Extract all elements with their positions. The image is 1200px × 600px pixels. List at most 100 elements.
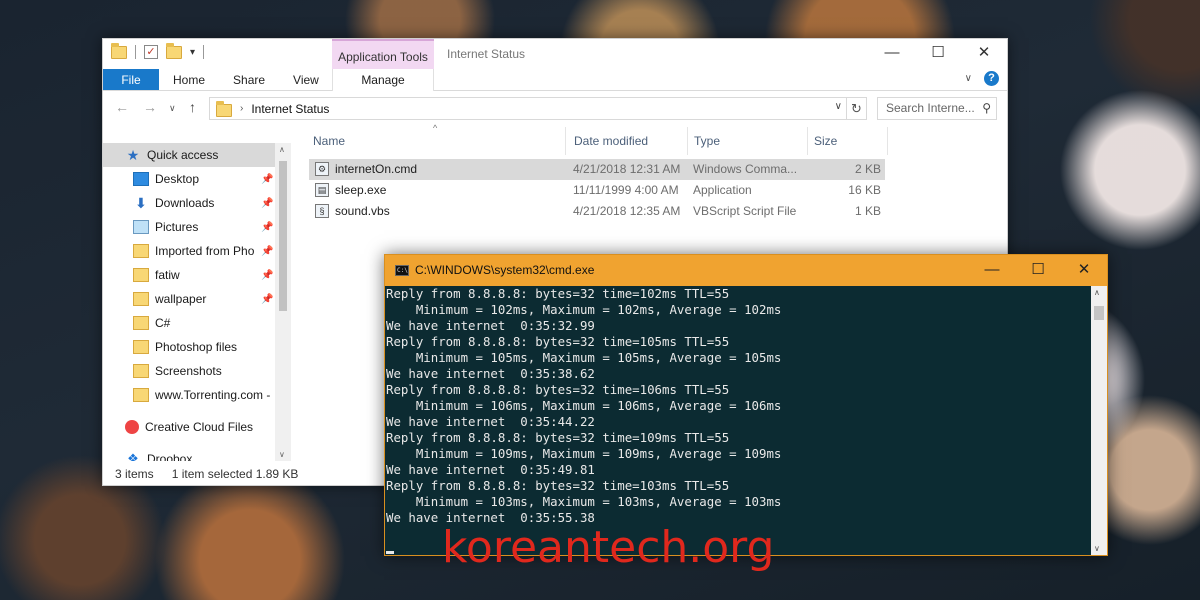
sidebar-item-photoshop-files[interactable]: Photoshop files <box>103 335 291 359</box>
column-divider[interactable] <box>687 127 688 155</box>
navigation-pane: ★ Quick access Desktop 📌 ⬇ Downloads 📌 P… <box>103 143 291 461</box>
sidebar-item-wallpaper[interactable]: wallpaper 📌 <box>103 287 291 311</box>
sidebar-item-label: Pictures <box>155 220 199 234</box>
tab-home[interactable]: Home <box>159 69 219 90</box>
pictures-icon <box>133 220 149 234</box>
console-line: Reply from 8.8.8.8: bytes=32 time=106ms … <box>386 382 730 397</box>
tab-view[interactable]: View <box>279 69 333 90</box>
sidebar-scrollbar[interactable]: ∧ ∨ <box>275 143 291 461</box>
tab-share[interactable]: Share <box>219 69 279 90</box>
pin-icon: 📌 <box>261 293 274 305</box>
address-dropdown-icon[interactable]: ∨ <box>835 101 842 112</box>
file-date: 4/21/2018 12:31 AM <box>573 162 681 176</box>
window-controls: — ☐ ✕ <box>869 39 1007 67</box>
new-folder-icon[interactable] <box>166 42 182 59</box>
column-type[interactable]: Type <box>694 134 720 148</box>
up-arrow-icon[interactable]: ↑ <box>189 99 196 115</box>
sidebar-item-label: wallpaper <box>155 292 207 306</box>
scrollbar-thumb[interactable] <box>1094 306 1104 320</box>
sidebar-item-quick-access[interactable]: ★ Quick access <box>103 143 291 167</box>
pin-icon: 📌 <box>261 221 274 233</box>
column-name[interactable]: Name <box>313 134 345 148</box>
close-button[interactable]: ✕ <box>961 39 1007 67</box>
column-divider[interactable] <box>565 127 566 155</box>
table-row[interactable]: § sound.vbs 4/21/2018 12:35 AM VBScript … <box>309 201 885 222</box>
scroll-down-icon[interactable]: ∨ <box>279 450 285 459</box>
scroll-up-icon[interactable]: ∧ <box>279 145 285 154</box>
cmd-file-icon: ⚙ <box>315 162 329 176</box>
sidebar-item-torrenting[interactable]: www.Torrenting.com - <box>103 383 291 407</box>
recent-locations-icon[interactable]: ∨ <box>169 103 176 114</box>
toolbar-divider <box>203 45 205 59</box>
search-input[interactable]: Search Interne... ⚲ <box>877 97 997 120</box>
properties-icon[interactable]: ✓ <box>144 45 158 59</box>
search-placeholder: Search Interne... <box>886 101 975 115</box>
table-row[interactable]: ▤ sleep.exe 11/11/1999 4:00 AM Applicati… <box>309 180 885 201</box>
maximize-button[interactable]: ☐ <box>915 39 961 67</box>
customize-toolbar-icon[interactable]: ▾ <box>190 47 195 58</box>
selection-info: 1 item selected 1.89 KB <box>171 467 299 481</box>
address-bar-row: ← → ∨ ↑ › Internet Status ∨ ↻ Search Int… <box>103 97 1007 121</box>
column-divider[interactable] <box>807 127 808 155</box>
sidebar-item-csharp[interactable]: C# <box>103 311 291 335</box>
console-line: Minimum = 109ms, Maximum = 109ms, Averag… <box>386 446 782 461</box>
file-size: 16 KB <box>848 183 881 197</box>
expand-ribbon-icon[interactable]: ∨ <box>965 73 972 84</box>
scroll-up-icon[interactable]: ∧ <box>1094 288 1100 297</box>
cmd-titlebar: C:\ C:\WINDOWS\system32\cmd.exe — ☐ ✕ <box>385 255 1107 285</box>
file-type: VBScript Script File <box>693 204 797 218</box>
console-line: Minimum = 106ms, Maximum = 106ms, Averag… <box>386 398 782 413</box>
close-button[interactable]: ✕ <box>1061 255 1107 285</box>
dropbox-icon: ❖ <box>127 451 139 462</box>
file-date: 4/21/2018 12:35 AM <box>573 204 681 218</box>
download-icon: ⬇ <box>135 195 147 211</box>
sidebar-item-pictures[interactable]: Pictures 📌 <box>103 215 291 239</box>
column-divider[interactable] <box>887 127 888 155</box>
pin-icon: 📌 <box>261 245 274 257</box>
folder-icon <box>133 364 149 378</box>
sidebar-item-downloads[interactable]: ⬇ Downloads 📌 <box>103 191 291 215</box>
sidebar-item-fatiw[interactable]: fatiw 📌 <box>103 263 291 287</box>
sidebar-item-screenshots[interactable]: Screenshots <box>103 359 291 383</box>
command-prompt-window: C:\ C:\WINDOWS\system32\cmd.exe — ☐ ✕ Re… <box>384 254 1108 556</box>
maximize-button[interactable]: ☐ <box>1015 255 1061 285</box>
sidebar-item-desktop[interactable]: Desktop 📌 <box>103 167 291 191</box>
scroll-down-icon[interactable]: ∨ <box>1094 544 1100 553</box>
console-scrollbar[interactable]: ∧ ∨ <box>1091 286 1107 555</box>
folder-icon <box>133 388 149 402</box>
console-output[interactable]: Reply from 8.8.8.8: bytes=32 time=102ms … <box>385 286 1091 555</box>
minimize-button[interactable]: — <box>969 255 1015 285</box>
console-line: Reply from 8.8.8.8: bytes=32 time=102ms … <box>386 286 730 301</box>
sort-ascending-icon: ^ <box>433 123 438 133</box>
sidebar-item-label: Downloads <box>155 196 215 210</box>
address-field[interactable]: › Internet Status ∨ <box>209 97 847 120</box>
console-line: Minimum = 105ms, Maximum = 105ms, Averag… <box>386 350 782 365</box>
tab-file[interactable]: File <box>103 69 159 90</box>
help-icon[interactable]: ? <box>984 71 999 86</box>
sidebar-item-imported[interactable]: Imported from Pho 📌 <box>103 239 291 263</box>
explorer-titlebar: ✓ ▾ Application Tools Internet Status — … <box>103 39 1007 69</box>
minimize-button[interactable]: — <box>869 39 915 67</box>
tab-manage[interactable]: Manage <box>332 69 434 91</box>
table-row[interactable]: ⚙ internetOn.cmd 4/21/2018 12:31 AM Wind… <box>309 159 885 180</box>
application-tools-tab[interactable]: Application Tools <box>332 39 434 69</box>
column-date-modified[interactable]: Date modified <box>574 134 648 148</box>
sidebar-item-creative-cloud[interactable]: Creative Cloud Files <box>103 415 291 439</box>
creative-cloud-icon <box>125 420 139 434</box>
file-name: sleep.exe <box>335 183 387 197</box>
ribbon-right-controls: ∨ ? <box>965 71 999 86</box>
text-cursor <box>386 551 394 554</box>
forward-arrow-icon[interactable]: → <box>143 99 157 115</box>
sidebar-item-label: Imported from Pho <box>155 244 255 258</box>
console-line: Reply from 8.8.8.8: bytes=32 time=103ms … <box>386 478 730 493</box>
exe-file-icon: ▤ <box>315 183 329 197</box>
column-size[interactable]: Size <box>814 134 837 148</box>
status-bar: 3 items 1 item selected 1.89 KB <box>115 467 298 481</box>
back-arrow-icon[interactable]: ← <box>115 99 129 115</box>
refresh-icon[interactable]: ↻ <box>847 97 867 120</box>
breadcrumb[interactable]: Internet Status <box>251 102 329 116</box>
console-line: Reply from 8.8.8.8: bytes=32 time=105ms … <box>386 334 730 349</box>
folder-icon <box>133 292 149 306</box>
sidebar-item-dropbox[interactable]: ❖ Droobox <box>103 447 291 462</box>
scrollbar-thumb[interactable] <box>279 161 287 311</box>
